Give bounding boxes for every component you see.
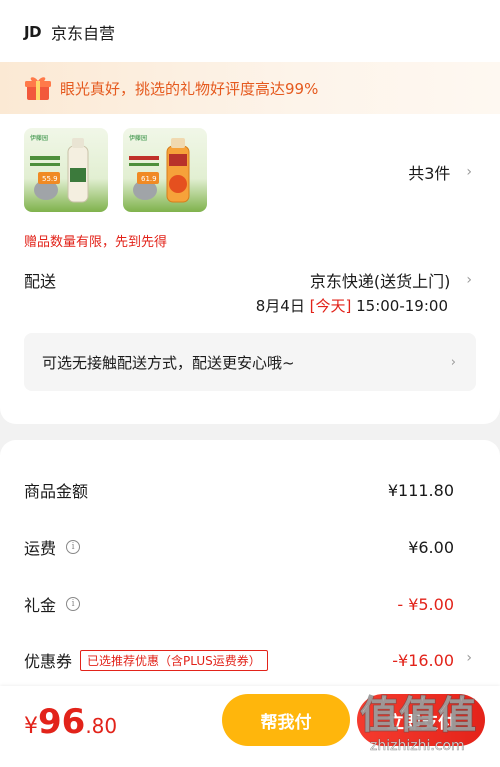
- store-header: JD 京东自营: [24, 20, 115, 44]
- svg-text:61.9: 61.9: [141, 175, 157, 183]
- svg-text:伊藤园: 伊藤园: [129, 134, 147, 142]
- gift-money-value: - ¥5.00: [397, 594, 454, 614]
- coupon-label: 优惠券: [24, 652, 73, 671]
- info-icon[interactable]: i: [66, 597, 81, 611]
- gift-limit-notice: 赠品数量有限，先到先得: [24, 235, 168, 250]
- order-card: JD 京东自营 眼光真好，挑选的礼物好评度高达99% 伊藤园 55.9 伊藤园 …: [0, 0, 500, 424]
- gift-money-label: 礼金: [24, 596, 57, 615]
- checkout-bar: ¥ 96 .80 帮我付 立即支付: [0, 686, 500, 767]
- store-name: 京东自营: [51, 24, 116, 43]
- help-me-pay-button[interactable]: 帮我付: [222, 694, 350, 746]
- goods-amount-label: 商品金额: [24, 482, 89, 501]
- today-tag: [今天]: [309, 297, 352, 315]
- info-icon[interactable]: i: [66, 540, 81, 554]
- delivery-time: 8月4日 [今天] 15:00-19:00: [256, 295, 448, 316]
- contactless-delivery-option[interactable]: 可选无接触配送方式，配送更安心哦~ ›: [24, 333, 476, 391]
- gift-money-row: 礼金 i - ¥5.00: [24, 592, 454, 616]
- delivery-method-text: 京东快递(送货上门): [309, 272, 451, 291]
- delivery-label: 配送: [24, 272, 57, 291]
- praise-banner: 眼光真好，挑选的礼物好评度高达99%: [0, 62, 500, 114]
- total-integer: 96: [38, 702, 86, 742]
- delivery-date: 8月4日: [255, 297, 305, 315]
- currency-symbol: ¥: [24, 714, 38, 739]
- pay-now-button[interactable]: 立即支付: [357, 694, 485, 746]
- product-thumb-blacktea[interactable]: 伊藤园 61.9: [123, 128, 207, 212]
- bottle-image: 伊藤园 55.9: [30, 134, 89, 203]
- total-decimal: .80: [85, 714, 118, 738]
- svg-text:55.9: 55.9: [42, 175, 58, 183]
- shipping-label: 运费: [24, 539, 57, 558]
- coupon-row[interactable]: 优惠券 已选推荐优惠（含PLUS运费券） -¥16.00: [24, 648, 454, 672]
- contactless-text: 可选无接触配送方式，配送更安心哦~: [42, 353, 295, 372]
- gift-icon: [25, 77, 51, 100]
- jd-logo: JD: [24, 23, 42, 41]
- banner-text: 眼光真好，挑选的礼物好评度高达99%: [60, 79, 319, 98]
- delivery-window: 15:00-19:00: [356, 297, 448, 315]
- chevron-right-icon: ›: [450, 354, 456, 370]
- chevron-right-icon[interactable]: ›: [466, 650, 472, 666]
- product-thumb-oolong[interactable]: 伊藤园 55.9: [24, 128, 108, 212]
- chevron-right-icon: ›: [466, 272, 472, 288]
- goods-amount-row: 商品金额 ¥111.80: [24, 478, 454, 502]
- item-count-label: 共3件: [408, 164, 451, 183]
- chevron-right-icon: ›: [466, 164, 472, 180]
- product-thumbnails[interactable]: 伊藤园 55.9 伊藤园 61.9: [24, 128, 207, 212]
- svg-text:伊藤园: 伊藤园: [30, 134, 48, 142]
- shipping-value: ¥6.00: [408, 537, 454, 557]
- shipping-row: 运费 i ¥6.00: [24, 535, 454, 559]
- goods-amount-value: ¥111.80: [387, 480, 454, 500]
- item-count[interactable]: 共3件 ›: [408, 160, 472, 184]
- delivery-method[interactable]: 京东快递(送货上门) ›: [310, 268, 472, 292]
- coupon-value: -¥16.00: [392, 650, 454, 670]
- bottle-image: 伊藤园 61.9: [129, 134, 190, 203]
- total-price: ¥ 96 .80: [24, 702, 117, 742]
- coupon-tag: 已选推荐优惠（含PLUS运费券）: [80, 649, 268, 671]
